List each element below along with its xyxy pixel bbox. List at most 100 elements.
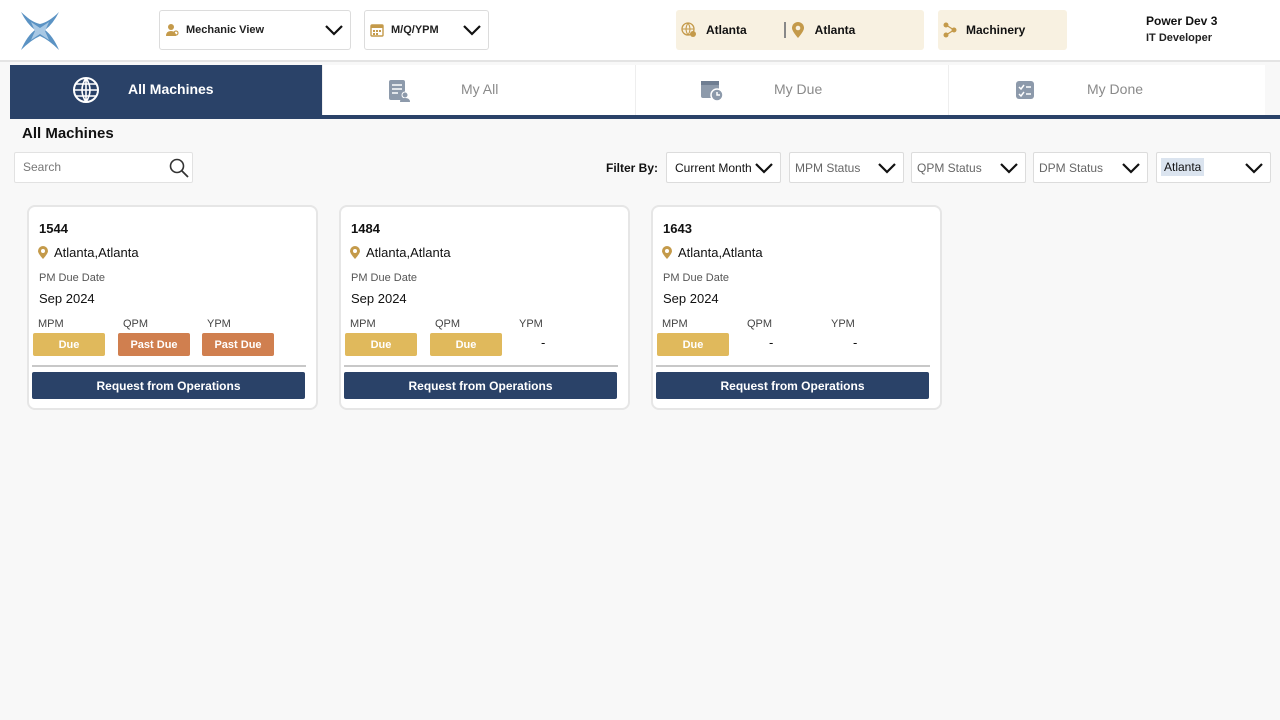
machine-id: 1484: [351, 221, 380, 236]
region-label: Atlanta: [706, 23, 747, 37]
location-pin-icon: [350, 245, 360, 259]
location-pin-icon: [662, 245, 672, 259]
status-badge: Due: [345, 333, 417, 356]
qpm-status: QPM Due: [430, 318, 502, 356]
status-badge: Past Due: [202, 333, 274, 356]
user-role: IT Developer: [1146, 32, 1213, 44]
status-badge: Due: [657, 333, 729, 356]
status-empty: -: [853, 335, 858, 350]
chevron-down-icon: [463, 25, 481, 36]
status-label: YPM: [519, 318, 543, 330]
period-filter[interactable]: Current Month: [666, 152, 781, 183]
due-date-label: PM Due Date: [39, 272, 106, 284]
mpm-status: MPM Due: [657, 318, 729, 356]
chevron-down-icon: [325, 25, 343, 36]
category-chip[interactable]: Machinery: [938, 10, 1067, 50]
tab-my-due[interactable]: My Due: [636, 65, 949, 115]
tab-bar: All Machines My All My Due My Done: [10, 65, 1265, 115]
view-select-label: Mechanic View: [186, 24, 265, 36]
qpm-status: QPM Past Due: [118, 318, 190, 356]
location-chip[interactable]: Atlanta Atlanta: [676, 10, 924, 50]
status-badge: Due: [430, 333, 502, 356]
status-label: QPM: [435, 318, 461, 330]
site-label: Atlanta: [814, 23, 856, 37]
location-pin-icon: [791, 21, 805, 39]
chevron-down-icon: [1245, 163, 1263, 174]
chevron-down-icon: [1122, 163, 1140, 174]
machine-id: 1643: [663, 221, 692, 236]
tab-my-done[interactable]: My Done: [949, 65, 1262, 115]
machine-card[interactable]: 1544 Atlanta,Atlanta PM Due Date Sep 202…: [27, 205, 318, 410]
chevron-down-icon: [755, 163, 773, 174]
tab-label: All Machines: [128, 81, 214, 97]
due-date-value: Sep 2024: [663, 291, 719, 306]
due-date-label: PM Due Date: [663, 272, 730, 284]
request-from-operations-button[interactable]: Request from Operations: [32, 372, 305, 399]
request-from-operations-button[interactable]: Request from Operations: [656, 372, 929, 399]
location-filter[interactable]: Atlanta: [1156, 152, 1271, 183]
location-text: Atlanta,Atlanta: [366, 245, 451, 260]
mpm-status-filter[interactable]: MPM Status: [789, 152, 904, 183]
machine-id: 1544: [39, 221, 68, 236]
status-empty: -: [541, 335, 546, 350]
request-from-operations-button[interactable]: Request from Operations: [344, 372, 617, 399]
period-select[interactable]: M/Q/YPM: [364, 10, 489, 50]
location-pin-icon: [38, 245, 48, 259]
location-text: Atlanta,Atlanta: [54, 245, 139, 260]
page-title: All Machines: [22, 125, 114, 142]
machine-location: Atlanta,Atlanta: [37, 245, 139, 260]
view-select[interactable]: Mechanic View: [159, 10, 351, 50]
tab-my-all[interactable]: My All: [323, 65, 636, 115]
tab-label: My Done: [1087, 81, 1144, 97]
checklist-done-icon: [1016, 81, 1034, 99]
machine-location: Atlanta,Atlanta: [661, 245, 763, 260]
mpm-filter-label: MPM Status: [795, 161, 861, 175]
tab-label: My All: [461, 81, 499, 97]
status-label: MPM: [662, 318, 688, 330]
user-info[interactable]: Power Dev 3 IT Developer: [1146, 14, 1217, 44]
location-text: Atlanta,Atlanta: [678, 245, 763, 260]
app-header: Mechanic View M/Q/YPM Atlanta Atlanta Ma…: [0, 0, 1280, 62]
search-icon[interactable]: [168, 157, 190, 179]
checklist-user-icon: [389, 80, 410, 102]
due-date-value: Sep 2024: [351, 291, 407, 306]
chevron-down-icon: [878, 163, 896, 174]
mechanic-icon: [164, 22, 180, 38]
qpm-status-filter[interactable]: QPM Status: [911, 152, 1026, 183]
ypm-status: YPM -: [826, 318, 898, 350]
status-label: QPM: [123, 318, 149, 330]
due-date-label: PM Due Date: [351, 272, 418, 284]
app-logo-icon[interactable]: [17, 8, 63, 54]
location-filter-label: Atlanta: [1161, 158, 1205, 176]
status-label: YPM: [207, 318, 231, 330]
divider: [656, 365, 930, 367]
status-badge: Past Due: [118, 333, 190, 356]
machine-card[interactable]: 1643 Atlanta,Atlanta PM Due Date Sep 202…: [651, 205, 942, 410]
due-date-value: Sep 2024: [39, 291, 95, 306]
status-label: YPM: [831, 318, 855, 330]
status-empty: -: [769, 335, 774, 350]
tab-label: My Due: [774, 81, 823, 97]
status-label: MPM: [38, 318, 64, 330]
search-input[interactable]: [23, 160, 163, 174]
divider: [783, 22, 786, 38]
machine-location: Atlanta,Atlanta: [349, 245, 451, 260]
chevron-down-icon: [1000, 163, 1018, 174]
calendar-icon: [369, 22, 385, 38]
status-label: QPM: [747, 318, 773, 330]
dpm-status-filter[interactable]: DPM Status: [1033, 152, 1148, 183]
ypm-status: YPM -: [514, 318, 586, 350]
filter-by-label: Filter By:: [606, 161, 659, 175]
search-box[interactable]: [14, 152, 193, 183]
globe-settings-icon: [681, 22, 697, 38]
divider: [344, 365, 618, 367]
ypm-status: YPM Past Due: [202, 318, 274, 356]
machine-card[interactable]: 1484 Atlanta,Atlanta PM Due Date Sep 202…: [339, 205, 630, 410]
globe-icon: [73, 77, 99, 103]
mpm-status: MPM Due: [33, 318, 105, 356]
tab-all-machines[interactable]: All Machines: [10, 65, 323, 115]
period-filter-label: Current Month: [675, 161, 752, 175]
user-name: Power Dev 3: [1146, 14, 1218, 28]
category-label: Machinery: [966, 23, 1026, 37]
dpm-filter-label: DPM Status: [1039, 161, 1104, 175]
